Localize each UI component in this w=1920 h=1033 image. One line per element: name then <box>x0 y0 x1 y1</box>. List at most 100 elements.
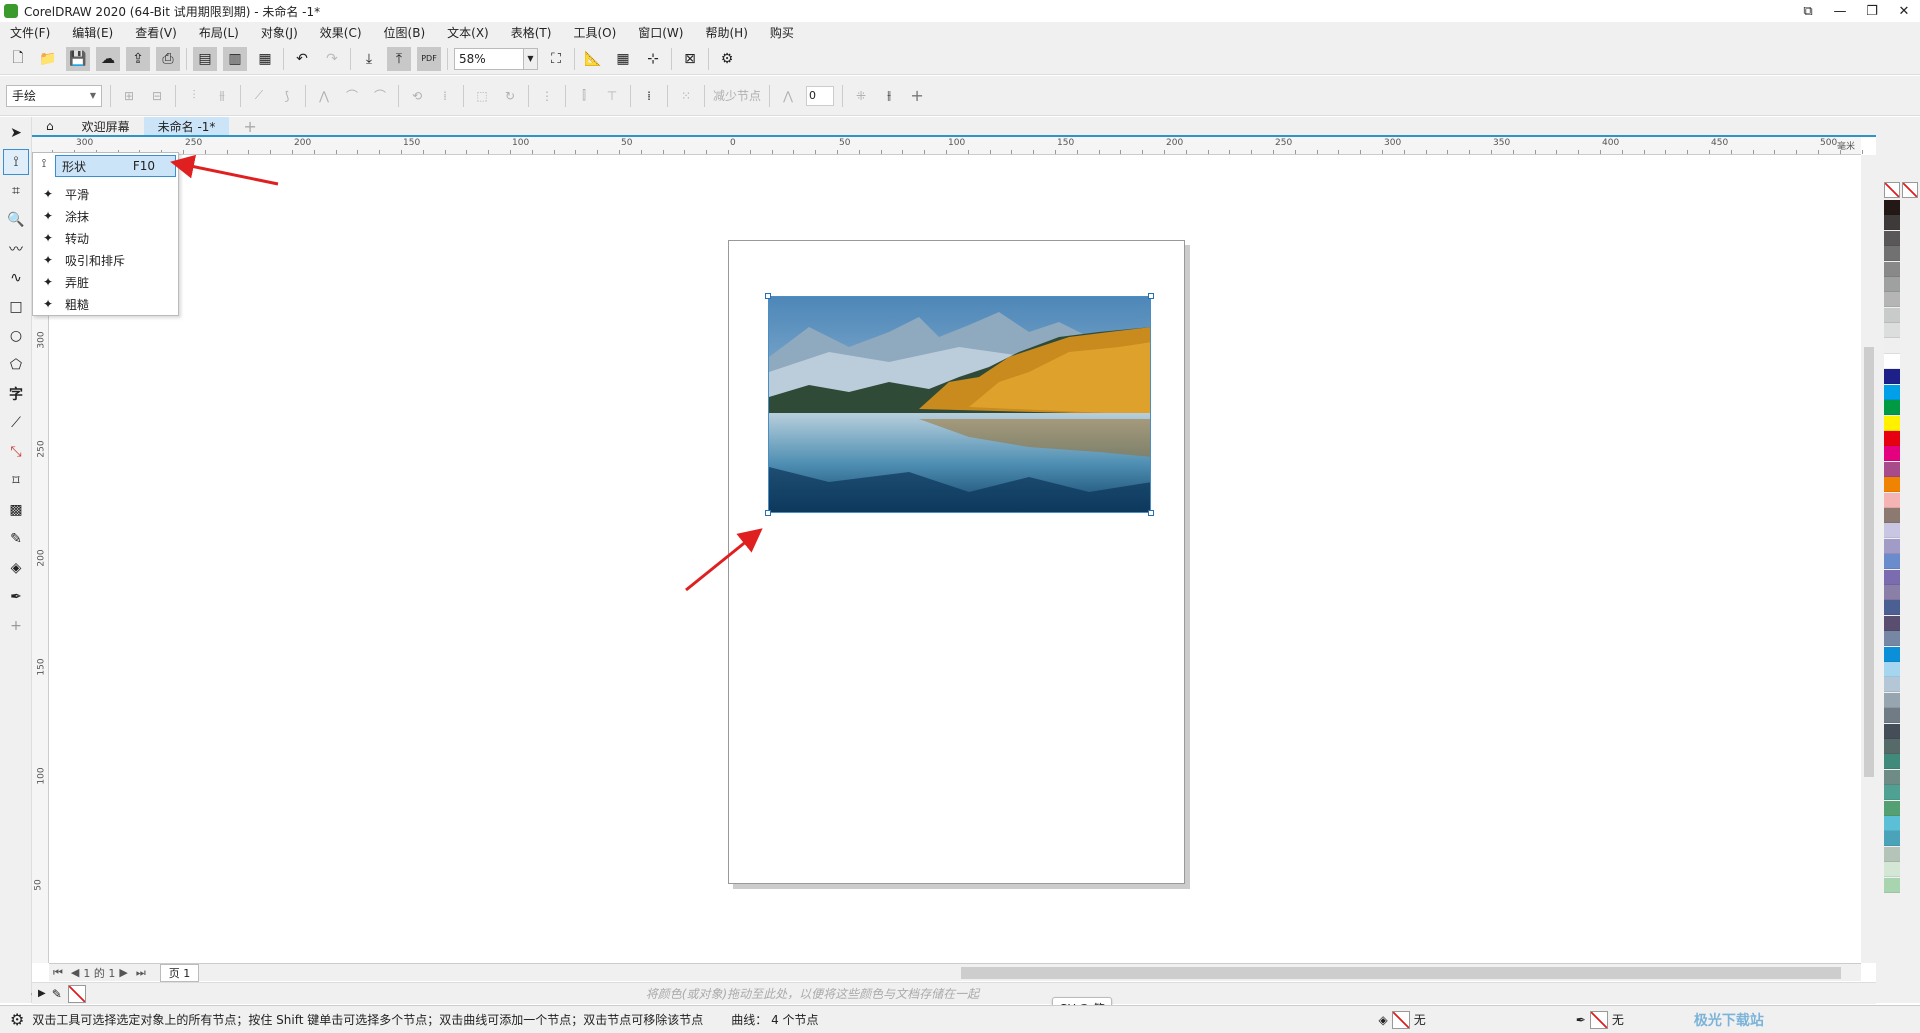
color-swatch[interactable] <box>1884 554 1900 570</box>
color-swatch[interactable] <box>1884 739 1900 754</box>
color-swatch[interactable] <box>1884 800 1900 816</box>
delete-node-icon[interactable]: ⊟ <box>147 86 167 106</box>
show-grid-icon[interactable]: ▦ <box>611 47 635 71</box>
node-options-icon[interactable]: ⫲ <box>879 86 899 106</box>
color-swatch[interactable] <box>1884 785 1900 801</box>
color-swatch[interactable] <box>1884 662 1900 677</box>
color-swatch[interactable] <box>1884 338 1900 354</box>
elastic-mode-icon[interactable]: ⁞ <box>639 86 659 106</box>
page-nav-next-icon[interactable]: ▶ <box>119 966 127 979</box>
restore-button[interactable]: ❐ <box>1856 0 1888 22</box>
no-color-swatch[interactable] <box>67 984 86 1003</box>
flyout-item[interactable]: ✦ 涂抹 <box>33 205 178 227</box>
menu-item[interactable]: 编辑(E) <box>72 24 113 41</box>
color-swatch[interactable] <box>1884 769 1900 785</box>
full-screen-icon[interactable]: ⛶ <box>544 47 568 71</box>
color-swatch[interactable] <box>1884 384 1900 400</box>
menu-item[interactable]: 表格(T) <box>511 24 552 41</box>
color-swatch[interactable] <box>1884 261 1900 277</box>
ellipse-tool-icon[interactable]: ○ <box>3 323 29 349</box>
menu-item[interactable]: 查看(V) <box>135 24 177 41</box>
menu-item[interactable]: 购买 <box>770 24 794 41</box>
color-swatch[interactable] <box>1884 877 1900 893</box>
eyedropper-tool-icon[interactable]: ✎ <box>3 526 29 552</box>
bounding-box-icon[interactable]: ⁜ <box>851 86 871 106</box>
mirror-h-icon[interactable]: ⫿ <box>574 86 594 106</box>
cloud-upload-icon[interactable]: ⇪ <box>126 46 150 71</box>
color-swatch[interactable] <box>1884 461 1900 477</box>
align-nodes-icon[interactable]: ⋮ <box>537 86 557 106</box>
add-node-icon[interactable]: ⊞ <box>119 86 139 106</box>
reverse-direction-icon[interactable]: ⟲ <box>407 86 427 106</box>
color-swatch[interactable] <box>1884 354 1900 369</box>
rectangle-tool-icon[interactable]: □ <box>3 294 29 320</box>
color-swatch[interactable] <box>1884 631 1900 647</box>
color-swatch[interactable] <box>1884 431 1900 446</box>
flyout-item[interactable]: ✦ 粗糙 <box>33 293 178 315</box>
selection-handle[interactable] <box>765 293 771 299</box>
color-swatch[interactable] <box>1884 846 1900 862</box>
shape-tool-icon[interactable]: ⟟ <box>3 149 29 175</box>
zoom-level-dropdown[interactable]: 58% ▼ <box>454 47 538 70</box>
show-rulers-icon[interactable]: 📐 <box>581 47 605 71</box>
options-gear-icon[interactable]: ⚙ <box>715 47 739 71</box>
gear-icon[interactable]: ⚙ <box>10 1010 24 1029</box>
menu-item[interactable]: 工具(O) <box>573 24 616 41</box>
parallel-dimension-icon[interactable]: ⟋ <box>3 410 29 436</box>
selected-bitmap-image[interactable] <box>768 296 1151 513</box>
cloud-icon[interactable]: ☁ <box>96 46 120 71</box>
add-tool-icon[interactable]: + <box>3 613 29 639</box>
color-swatch[interactable] <box>1884 415 1900 431</box>
tab-welcome-screen[interactable]: 欢迎屏幕 <box>68 117 144 135</box>
color-swatch[interactable] <box>1884 523 1900 539</box>
snap-off-icon[interactable]: ⊠ <box>678 47 702 71</box>
no-outline-swatch[interactable] <box>1902 182 1918 198</box>
undo-icon[interactable]: ↶ <box>290 47 314 71</box>
color-swatch[interactable] <box>1884 677 1900 693</box>
select-all-nodes-icon[interactable]: ⁙ <box>676 86 696 106</box>
account-icon[interactable]: ⧉ <box>1792 0 1824 22</box>
redo-icon[interactable]: ↷ <box>320 47 344 71</box>
save-icon[interactable]: 💾 <box>66 46 90 71</box>
transparency-tool-icon[interactable]: ▩ <box>3 497 29 523</box>
color-swatch[interactable] <box>1884 508 1900 523</box>
smooth-node-icon[interactable]: ⌒ <box>342 86 362 106</box>
color-swatch[interactable] <box>1884 600 1900 616</box>
selection-handle[interactable] <box>1148 293 1154 299</box>
color-swatch[interactable] <box>1884 692 1900 708</box>
flyout-item[interactable]: ✦ 吸引和排斥 <box>33 249 178 271</box>
reduce-nodes-button[interactable]: 减少节点 <box>713 87 761 104</box>
rotate-nodes-icon[interactable]: ↻ <box>500 86 520 106</box>
menu-item[interactable]: 对象(J) <box>261 24 298 41</box>
text-tool-icon[interactable]: 字 <box>3 381 29 407</box>
selection-handle[interactable] <box>765 510 771 516</box>
menu-item[interactable]: 文本(X) <box>447 24 489 41</box>
stretch-nodes-icon[interactable]: ⬚ <box>472 86 492 106</box>
eyedropper-icon[interactable]: ✎ <box>52 987 62 1001</box>
page-tab[interactable]: 页 1 <box>159 963 200 982</box>
cusp-node-icon[interactable]: ⋀ <box>314 86 334 106</box>
page-nav-prev-icon[interactable]: ◀ <box>71 966 79 979</box>
color-swatch[interactable] <box>1884 292 1900 308</box>
zoom-level-field[interactable]: 58% <box>454 47 524 70</box>
menu-item[interactable]: 文件(F) <box>10 24 50 41</box>
color-swatch[interactable] <box>1884 615 1900 631</box>
color-swatch[interactable] <box>1884 446 1900 462</box>
color-swatch[interactable] <box>1884 492 1900 508</box>
polygon-tool-icon[interactable]: ⬠ <box>3 352 29 378</box>
color-swatch[interactable] <box>1884 277 1900 292</box>
flyout-item[interactable]: 形状 F10 <box>55 155 176 177</box>
home-icon[interactable]: ⌂ <box>32 117 68 135</box>
color-swatch[interactable] <box>1884 569 1900 585</box>
color-swatch[interactable] <box>1884 754 1900 770</box>
open-icon[interactable]: 📁 <box>36 47 60 71</box>
color-swatch[interactable] <box>1884 400 1900 416</box>
flyout-item[interactable]: ✦ 平滑 <box>33 183 178 205</box>
mirror-v-icon[interactable]: ⊤ <box>602 86 622 106</box>
copy-icon[interactable]: ▥ <box>223 46 247 71</box>
import-icon[interactable]: ⤓ <box>357 47 381 71</box>
tab-document[interactable]: 未命名 -1* <box>143 117 230 135</box>
color-swatch[interactable] <box>1884 369 1900 385</box>
chevron-down-icon[interactable]: ▼ <box>524 47 538 70</box>
outline-swatch[interactable] <box>1589 1010 1608 1029</box>
